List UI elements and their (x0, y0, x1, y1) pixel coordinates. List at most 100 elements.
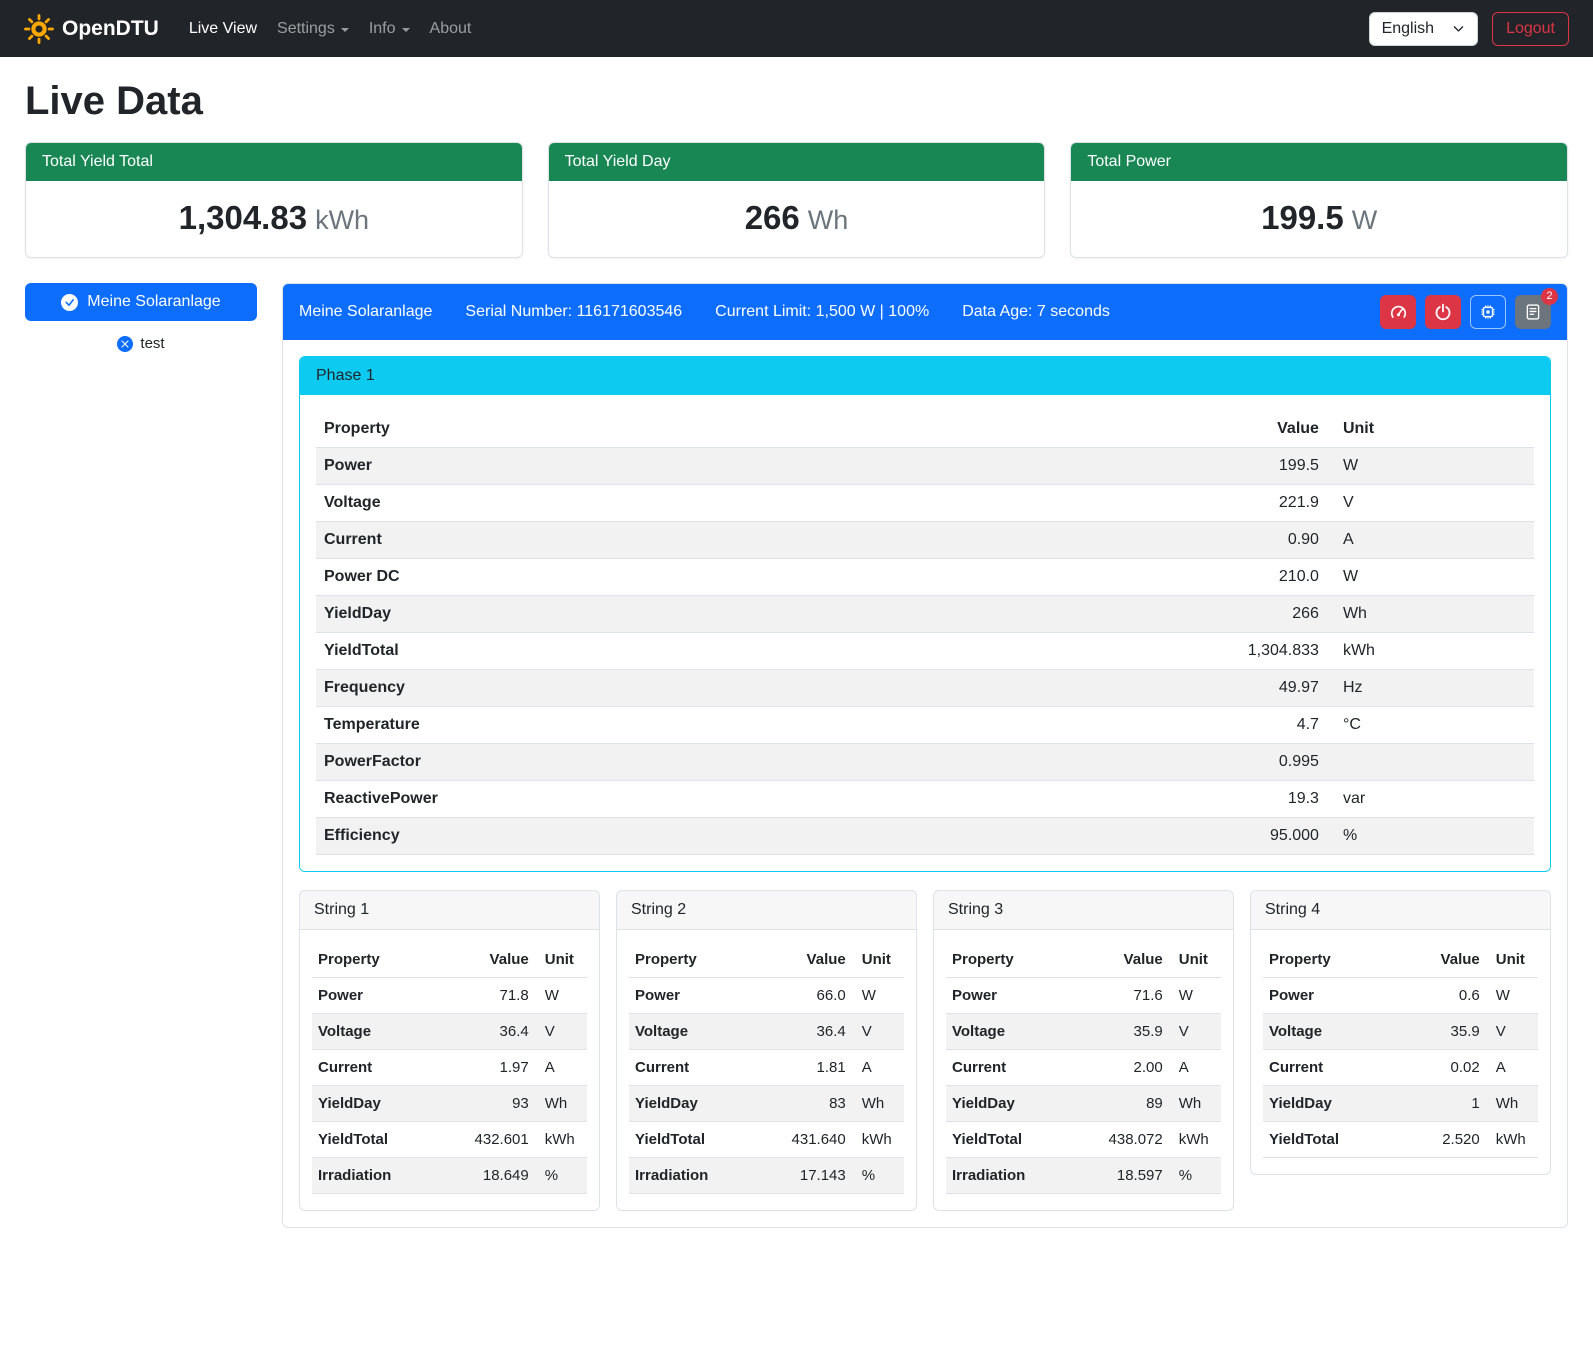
cell-value: 1,304.833 (1071, 633, 1327, 670)
card-unit: Wh (808, 205, 849, 235)
phase-card-title: Phase 1 (300, 357, 1550, 395)
chevron-down-icon (402, 28, 410, 32)
cell-value: 199.5 (1071, 448, 1327, 485)
card-title: Total Power (1071, 143, 1567, 181)
column-header-unit: Unit (852, 942, 904, 978)
string-2-table: Property Value Unit Power66.0WVoltage36.… (629, 942, 904, 1194)
table-row: Power DC210.0W (316, 559, 1534, 596)
cell-unit: V (852, 1014, 904, 1050)
card-value: 1,304.83 (179, 199, 307, 236)
cell-value: 36.4 (767, 1014, 852, 1050)
cell-value: 71.6 (1084, 978, 1169, 1014)
cell-unit: A (1169, 1050, 1221, 1086)
cell-property: Voltage (629, 1014, 767, 1050)
cell-value: 0.6 (1401, 978, 1486, 1014)
table-row: Current1.97A (312, 1050, 587, 1086)
cell-property: YieldTotal (629, 1122, 767, 1158)
table-row: Current0.02A (1263, 1050, 1538, 1086)
cell-value: 89 (1084, 1086, 1169, 1122)
language-value: English (1382, 20, 1434, 38)
cell-value: 4.7 (1071, 707, 1327, 744)
cell-value: 35.9 (1401, 1014, 1486, 1050)
cell-value: 1.81 (767, 1050, 852, 1086)
cell-value: 431.640 (767, 1122, 852, 1158)
nav-live-view[interactable]: Live View (179, 12, 267, 46)
table-row: Current0.90A (316, 522, 1534, 559)
table-row: Power199.5W (316, 448, 1534, 485)
cell-property: YieldTotal (316, 633, 1071, 670)
table-row: Power71.6W (946, 978, 1221, 1014)
column-header-unit: Unit (535, 942, 587, 978)
column-header-value: Value (1084, 942, 1169, 978)
brand-label: OpenDTU (62, 17, 159, 41)
nav-about[interactable]: About (420, 12, 482, 46)
cell-value: 17.143 (767, 1158, 852, 1194)
chevron-down-icon (341, 28, 349, 32)
cell-property: Voltage (312, 1014, 450, 1050)
table-header-row: Property Value Unit (1263, 942, 1538, 978)
cell-unit: A (1327, 522, 1534, 559)
logout-button[interactable]: Logout (1492, 12, 1569, 46)
cell-value: 18.649 (450, 1158, 535, 1194)
string-1-card: String 1 Property Value Unit (299, 890, 600, 1211)
inverter-limit: Current Limit: 1,500 W | 100% (715, 303, 929, 321)
cell-property: YieldDay (1263, 1086, 1401, 1122)
card-unit: kWh (315, 205, 369, 235)
cell-value: 0.90 (1071, 522, 1327, 559)
nav-info-dropdown[interactable]: Info (359, 12, 420, 46)
table-row: Voltage35.9V (946, 1014, 1221, 1050)
table-row: YieldDay89Wh (946, 1086, 1221, 1122)
summary-cards-row: Total Yield Total 1,304.83kWh Total Yiel… (25, 142, 1568, 258)
inverter-select-button[interactable]: Meine Solaranlage (25, 283, 257, 321)
cell-unit: % (535, 1158, 587, 1194)
cell-property: Power (312, 978, 450, 1014)
cell-value: 36.4 (450, 1014, 535, 1050)
x-circle-icon (117, 336, 133, 352)
cell-unit: A (852, 1050, 904, 1086)
cell-unit: kWh (852, 1122, 904, 1158)
strings-row: String 1 Property Value Unit (299, 890, 1551, 1211)
cell-value: 19.3 (1071, 781, 1327, 818)
cell-value: 432.601 (450, 1122, 535, 1158)
brand-link[interactable]: OpenDTU (24, 14, 159, 44)
column-header-property: Property (1263, 942, 1401, 978)
column-header-value: Value (767, 942, 852, 978)
device-info-button[interactable] (1470, 295, 1506, 329)
cell-value: 2.520 (1401, 1122, 1486, 1158)
power-icon (1434, 303, 1452, 321)
cell-property: Voltage (316, 485, 1071, 522)
check-circle-icon (61, 294, 78, 311)
event-log-button[interactable]: 2 (1515, 295, 1551, 329)
column-header-unit: Unit (1169, 942, 1221, 978)
cell-value: 1 (1401, 1086, 1486, 1122)
inverter-serial: Serial Number: 116171603546 (465, 303, 682, 321)
limit-settings-button[interactable] (1380, 295, 1416, 329)
string-2-card: String 2 Property Value Unit (616, 890, 917, 1211)
string-3-table: Property Value Unit Power71.6WVoltage35.… (946, 942, 1221, 1194)
cpu-icon (1479, 303, 1497, 321)
speedometer-icon (1389, 303, 1408, 322)
language-select[interactable]: English (1369, 12, 1478, 46)
inverter-test-link[interactable]: test (25, 335, 257, 352)
cell-property: YieldDay (316, 596, 1071, 633)
inverter-test-label: test (140, 335, 164, 352)
column-header-value: Value (450, 942, 535, 978)
table-row: Current2.00A (946, 1050, 1221, 1086)
table-row: Temperature4.7°C (316, 707, 1534, 744)
table-row: Efficiency95.000% (316, 818, 1534, 855)
cell-unit: W (1169, 978, 1221, 1014)
cell-property: Temperature (316, 707, 1071, 744)
table-row: PowerFactor0.995 (316, 744, 1534, 781)
phase-table: Property Value Unit Power199.5WVoltage22… (316, 411, 1534, 855)
power-toggle-button[interactable] (1425, 295, 1461, 329)
page-title: Live Data (25, 79, 1568, 124)
cell-unit: Wh (535, 1086, 587, 1122)
nav-settings-dropdown[interactable]: Settings (267, 12, 359, 46)
table-row: Voltage35.9V (1263, 1014, 1538, 1050)
column-header-property: Property (316, 411, 1071, 448)
table-row: Irradiation17.143% (629, 1158, 904, 1194)
cell-unit: A (1486, 1050, 1538, 1086)
cell-value: 2.00 (1084, 1050, 1169, 1086)
journal-list-icon (1524, 303, 1542, 321)
cell-property: Current (946, 1050, 1084, 1086)
